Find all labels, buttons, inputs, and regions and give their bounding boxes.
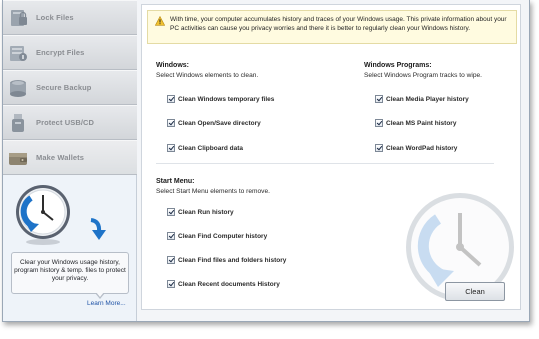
option-clean-ms-paint[interactable]: Clean MS Paint history [375,118,456,128]
sidebar-item-label: Secure Backup [36,83,92,92]
option-label: Clean Open/Save directory [178,119,261,127]
checkbox-checked[interactable] [167,144,175,152]
option-label: Clean MS Paint history [386,119,457,127]
option-label: Clean Find files and folders history [178,256,287,264]
checkbox-checked[interactable] [167,119,175,127]
callout-tail-inner [96,292,104,297]
option-label: Clean Run history [178,208,234,216]
checkbox-checked[interactable] [167,95,175,103]
windows-section-title: Windows: [156,62,189,69]
option-label: Clean Find Computer history [178,232,268,240]
checkbox-checked[interactable] [167,232,175,240]
lock-files-icon [6,6,30,30]
sidebar-item-label: Protect USB/CD [36,118,95,127]
encrypt-files-icon [6,41,30,65]
warning-text: With time, your computer accumulates his… [170,16,507,32]
sidebar-item-protect-usb[interactable]: Protect USB/CD [3,105,137,140]
option-clean-windows-temp[interactable]: Clean Windows temporary files [167,94,274,104]
start-menu-section-subtitle: Select Start Menu elements to remove. [156,188,270,195]
clean-history-panel: With time, your computer accumulates his… [141,4,521,310]
option-label: Clean Recent documents History [178,280,280,288]
checkbox-checked[interactable] [375,95,383,103]
sidebar: Lock Files Encrypt Files Secure Backup P… [3,0,137,321]
option-clean-find-files[interactable]: Clean Find files and folders history [167,255,286,265]
option-clean-wordpad[interactable]: Clean WordPad history [375,143,457,153]
learn-more-link[interactable]: Learn More... [87,300,126,307]
sidebar-item-label: Make Wallets [36,153,85,162]
info-callout: Clear your Windows usage history, progra… [11,252,129,294]
sidebar-item-label: Lock Files [36,13,74,22]
sidebar-item-lock-files[interactable]: Lock Files [3,0,137,35]
option-label: Clean Media Player history [386,95,469,103]
programs-section-title: Windows Programs: [364,62,432,69]
option-label: Clean WordPad history [386,144,458,152]
start-menu-section-title: Start Menu: [156,178,195,185]
windows-section-subtitle: Select Windows elements to clean. [156,72,259,79]
option-clean-open-save[interactable]: Clean Open/Save directory [167,118,261,128]
option-clean-clipboard[interactable]: Clean Clipboard data [167,143,243,153]
secure-backup-icon [6,76,30,100]
app-window: Lock Files Encrypt Files Secure Backup P… [2,0,530,322]
option-label: Clean Clipboard data [178,144,244,152]
info-panel: Clear your Windows usage history, progra… [3,176,137,321]
warning-icon [155,16,165,26]
option-clean-find-computer[interactable]: Clean Find Computer history [167,231,267,241]
clean-button[interactable]: Clean [445,282,505,301]
checkbox-checked[interactable] [375,119,383,127]
programs-section-subtitle: Select Windows Program tracks to wipe. [364,72,482,79]
option-clean-recent-docs[interactable]: Clean Recent documents History [167,279,280,289]
sidebar-item-secure-backup[interactable]: Secure Backup [3,70,137,105]
sidebar-item-encrypt-files[interactable]: Encrypt Files [3,35,137,70]
option-clean-run-history[interactable]: Clean Run history [167,207,234,217]
warning-banner: With time, your computer accumulates his… [147,10,517,44]
option-clean-media-player[interactable]: Clean Media Player history [375,94,469,104]
checkbox-checked[interactable] [167,280,175,288]
checkbox-checked[interactable] [375,144,383,152]
protect-usb-icon [6,111,30,135]
checkbox-checked[interactable] [167,256,175,264]
checkbox-checked[interactable] [167,208,175,216]
sidebar-item-make-wallets[interactable]: Make Wallets [3,140,137,175]
history-clock-icon [16,185,70,245]
arrow-down-icon [90,218,106,240]
section-divider [156,163,494,164]
option-label: Clean Windows temporary files [178,95,275,103]
make-wallets-icon [6,146,30,170]
sidebar-item-label: Encrypt Files [36,48,85,57]
